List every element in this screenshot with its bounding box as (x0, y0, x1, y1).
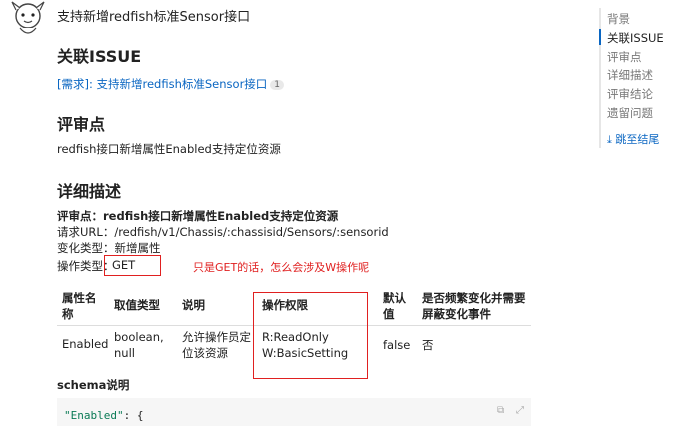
toc-item-detail[interactable]: 详细描述 (607, 67, 653, 83)
th-default-line1: 默认 (383, 291, 406, 305)
issue-heading: 关联ISSUE (57, 47, 142, 66)
copy-icon[interactable]: ⧉ (497, 405, 504, 416)
toc-item-background[interactable]: 背景 (607, 11, 630, 27)
toc-item-issue[interactable]: 关联ISSUE (607, 30, 664, 46)
issue-link-row: [需求]: 支持新增redfish标准Sensor接口 1 (57, 73, 285, 92)
code-key: "Enabled" (64, 409, 124, 422)
permission-highlight-box (253, 292, 368, 379)
detail-review-label: 评审点： (57, 209, 103, 223)
review-heading: 评审点 (57, 115, 106, 134)
th-name-line1: 属性名 (62, 291, 97, 305)
review-text: redfish接口新增属性Enabled支持定位资源 (57, 142, 281, 156)
td-type-line1: boolean, (114, 330, 164, 344)
schema-heading: schema说明 (57, 378, 130, 392)
detail-url-label: 请求URL： (57, 225, 115, 239)
detail-review-line: 评审点：redfish接口新增属性Enabled支持定位资源 (57, 208, 338, 224)
detail-review-value: redfish接口新增属性Enabled支持定位资源 (103, 209, 339, 223)
code-rest: : { (123, 409, 144, 422)
th-frequent-line1: 是否频繁变化并需要 (422, 291, 526, 305)
detail-heading: 详细描述 (57, 182, 122, 201)
code-line: "Enabled": { (64, 409, 143, 422)
td-desc-line2: 位该资源 (182, 346, 228, 360)
detail-url-line: 请求URL：/redfish/v1/Chassis/:chassisid/Sen… (57, 224, 389, 240)
toc-item-open-issues[interactable]: 遗留问题 (607, 105, 653, 121)
detail-change-line: 变化类型：新增属性 (57, 240, 161, 256)
expand-icon[interactable]: ⤢ (516, 405, 524, 416)
detail-change-label: 变化类型： (57, 241, 115, 255)
jump-to-end-link[interactable]: ⤓ 跳至结尾 (607, 131, 659, 147)
user-avatar[interactable] (2, 0, 50, 40)
detail-change-value: 新增属性 (114, 241, 161, 255)
th-type: 取值类型 (114, 298, 160, 312)
toc-item-conclusion[interactable]: 评审结论 (607, 86, 653, 102)
arrow-down-icon: ⤓ (607, 133, 612, 146)
th-frequent-line2: 屏蔽变化事件 (422, 307, 491, 321)
td-default: false (383, 338, 411, 352)
td-type-line2: null (114, 346, 135, 360)
th-name-line2: 称 (62, 307, 74, 321)
toc-active-indicator (599, 29, 601, 45)
jump-to-end-label: 跳至结尾 (615, 133, 660, 146)
td-name: Enabled (62, 337, 109, 351)
td-desc-line1: 允许操作员定 (182, 330, 251, 344)
td-frequent: 否 (422, 338, 434, 352)
th-desc: 说明 (182, 298, 205, 312)
th-default-line2: 值 (383, 307, 395, 321)
issue-link[interactable]: [需求]: 支持新增redfish标准Sensor接口 (57, 77, 267, 91)
review-annotation: 只是GET的话，怎么会涉及W操作呢 (193, 261, 370, 274)
detail-url-value: /redfish/v1/Chassis/:chassisid/Sensors/:… (114, 225, 389, 239)
toc-item-review[interactable]: 评审点 (607, 49, 642, 65)
link-click-count-badge: 1 (270, 80, 285, 90)
topic-title: 支持新增redfish标准Sensor接口 (57, 10, 251, 25)
detail-op-value: GET (112, 258, 136, 272)
